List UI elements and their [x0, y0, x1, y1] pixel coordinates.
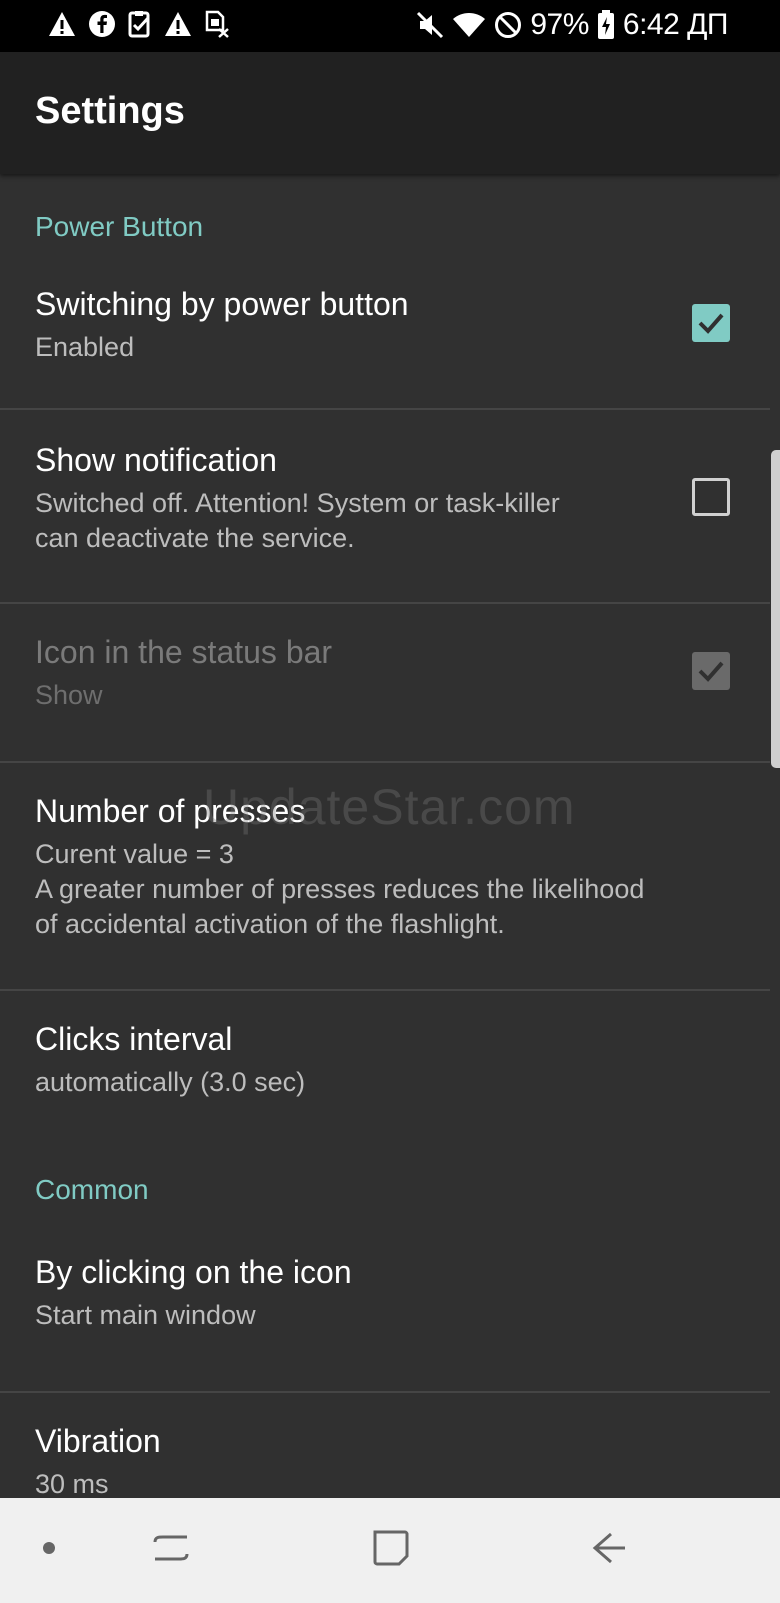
settings-list[interactable]: Power Button Switching by power button E…: [0, 174, 780, 1498]
app-bar: Settings: [0, 52, 780, 174]
warning-icon: [48, 11, 76, 37]
pref-title: Vibration: [35, 1423, 161, 1459]
dot-icon: [41, 1540, 57, 1561]
page-title: Settings: [35, 90, 185, 132]
pref-summary: Enabled: [35, 332, 135, 362]
mute-icon: [416, 11, 444, 39]
pref-summary-line-1: Switched off. Attention! System or task-…: [35, 488, 560, 518]
pref-by-clicking-on-icon[interactable]: By clicking on the icon Start main windo…: [0, 1224, 770, 1364]
notification-checkbox[interactable]: [692, 478, 730, 516]
home-icon: [371, 1528, 411, 1573]
back-button[interactable]: [554, 1498, 664, 1603]
check-icon: [698, 661, 724, 682]
pref-title: Clicks interval: [35, 1021, 233, 1057]
pref-title: Icon in the status bar: [35, 634, 333, 670]
pref-icon-in-status-bar[interactable]: Icon in the status bar Show: [0, 604, 770, 762]
check-icon: [698, 313, 724, 334]
pref-title: Show notification: [35, 442, 277, 478]
status-bar: 97% 6:42 ДП: [0, 0, 780, 52]
facebook-icon: [88, 10, 116, 38]
status-icon-checkbox[interactable]: [692, 652, 730, 690]
pref-show-notification[interactable]: Show notification Switched off. Attentio…: [0, 410, 770, 568]
battery-percent: 97%: [530, 8, 589, 41]
system-status-icons: 97% 6:42 ДП: [416, 8, 729, 42]
pref-title: Switching by power button: [35, 286, 409, 322]
pref-summary-line-2: can deactivate the service.: [35, 523, 355, 553]
pref-summary: 30 ms: [35, 1469, 109, 1498]
pref-title: By clicking on the icon: [35, 1254, 352, 1290]
pref-summary: Start main window: [35, 1300, 256, 1330]
settings-screen: 97% 6:42 ДП Settings Power Button Switch…: [0, 0, 780, 1603]
clipboard-check-icon: [128, 10, 152, 38]
section-header-common: Common: [35, 1174, 149, 1205]
pref-vibration[interactable]: Vibration 30 ms: [0, 1393, 770, 1498]
pref-summary-line-1: Curent value = 3: [35, 839, 234, 869]
navigation-bar: [0, 1498, 780, 1603]
pref-summary-line-3: of accidental activation of the flashlig…: [35, 909, 505, 939]
recents-button[interactable]: [116, 1498, 226, 1603]
back-icon: [589, 1528, 629, 1573]
section-header-power-button: Power Button: [35, 211, 204, 242]
pref-summary: automatically (3.0 sec): [35, 1067, 306, 1097]
warning-icon: [164, 11, 192, 37]
pref-switching-by-power-button[interactable]: Switching by power button Enabled: [0, 274, 770, 400]
clock: 6:42 ДП: [622, 8, 729, 41]
pref-summary-line-2: A greater number of presses reduces the …: [35, 874, 645, 904]
pref-summary: Show: [35, 680, 103, 710]
do-not-disturb-icon: [494, 11, 522, 39]
dot-button[interactable]: [0, 1498, 104, 1603]
recents-icon: [151, 1528, 191, 1573]
pref-clicks-interval[interactable]: Clicks interval automatically (3.0 sec): [0, 991, 770, 1131]
battery-charging-icon: [597, 10, 615, 40]
sim-off-icon: [204, 10, 230, 38]
notification-icons: [48, 10, 230, 38]
switching-checkbox[interactable]: [692, 304, 730, 342]
scrollbar-thumb[interactable]: [771, 450, 780, 768]
wifi-icon: [452, 11, 486, 39]
home-button[interactable]: [336, 1498, 446, 1603]
watermark: UpdateStar.com: [203, 779, 576, 835]
